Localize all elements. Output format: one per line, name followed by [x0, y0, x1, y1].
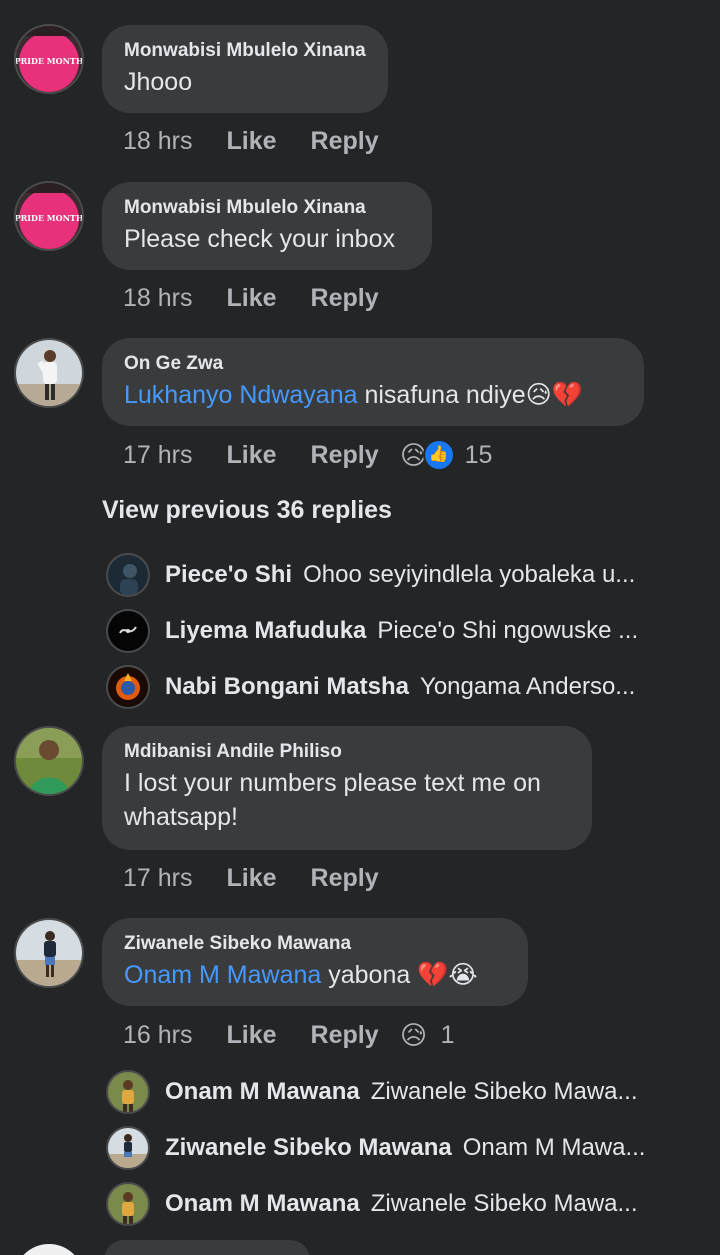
avatar-person-on-road [108, 1128, 148, 1168]
like-button[interactable]: Like [226, 127, 276, 156]
avatar-person-green-sweater[interactable] [16, 728, 82, 794]
reply-preview-row[interactable]: Ziwanele Sibeko Mawana Onam M Mawa... [108, 1127, 645, 1169]
reply-snippet: Piece'o Shi ngowuske ... [377, 617, 639, 644]
like-reaction-icon: 👍 [422, 439, 455, 471]
comment-bubble[interactable]: Monwabisi Mbulelo Xinana Please check yo… [102, 182, 432, 270]
reply-author: Onam M Mawana [165, 1190, 360, 1217]
mention-link[interactable]: Lukhanyo Ndwayana [124, 381, 358, 409]
reply-author: Liyema Mafuduka [165, 617, 367, 644]
view-previous-replies-link[interactable]: View previous 36 replies [102, 496, 392, 525]
comment-timestamp[interactable]: 18 hrs [123, 127, 192, 156]
reply-preview-row[interactable]: Piece'o Shi Ohoo seyiyindlela yobaleka u… [108, 554, 635, 596]
comment-author[interactable]: Ziwanele Sibeko Mawana [124, 932, 506, 956]
comment-timestamp[interactable]: 16 hrs [123, 1021, 192, 1050]
avatar-black-logo [108, 611, 148, 651]
reply-button[interactable]: Reply [311, 127, 379, 156]
comment-text: Please check your inbox [124, 225, 395, 253]
avatar-person-on-road[interactable] [16, 920, 82, 986]
comment-bubble[interactable]: On Ge Zwa Lukhanyo Ndwayana nisafuna ndi… [102, 338, 644, 426]
reaction-count: 15 [464, 440, 493, 469]
reaction-summary[interactable]: 😥 1 [397, 1018, 455, 1052]
comment-bubble-next[interactable] [104, 1240, 310, 1255]
comment-actions: 17 hrs Like Reply 😥 👍 15 [123, 435, 492, 475]
mention-link[interactable]: Onam M Mawana [124, 961, 321, 989]
reaction-count: 1 [440, 1020, 455, 1049]
reply-button[interactable]: Reply [311, 1021, 379, 1050]
comment-bubble[interactable]: Mdibanisi Andile Philiso I lost your num… [102, 726, 592, 850]
comment-actions: 18 hrs Like Reply [123, 121, 379, 161]
comments-page: PRIDE MONTH Monwabisi Mbulelo Xinana Jho… [0, 0, 720, 1255]
comment-timestamp[interactable]: 17 hrs [123, 864, 192, 893]
like-button[interactable]: Like [226, 441, 276, 470]
avatar-pride-month[interactable]: PRIDE MONTH [16, 183, 82, 249]
reply-snippet: Ziwanele Sibeko Mawa... [370, 1190, 638, 1217]
avatar-shirt-text: PRIDE MONTH [16, 56, 82, 66]
like-button[interactable]: Like [226, 1021, 276, 1050]
avatar-dark-photo [108, 555, 148, 595]
comment-timestamp[interactable]: 18 hrs [123, 284, 192, 313]
comment-text: Lukhanyo Ndwayana nisafuna ndiye😥💔 [124, 378, 622, 412]
avatar-person-standing[interactable] [16, 340, 82, 406]
reply-snippet: Ohoo seyiyindlela yobaleka u... [303, 561, 636, 588]
comment-text: Jhooo [124, 68, 193, 96]
comment-author[interactable]: Monwabisi Mbulelo Xinana [124, 39, 366, 63]
like-button[interactable]: Like [226, 864, 276, 893]
reply-preview-row[interactable]: Onam M Mawana Ziwanele Sibeko Mawa... [108, 1183, 638, 1225]
comment-text: Onam M Mawana yabona 💔😭 [124, 958, 506, 992]
reply-preview-row[interactable]: Nabi Bongani Matsha Yongama Anderso... [108, 666, 635, 708]
comment-bubble[interactable]: Ziwanele Sibeko Mawana Onam M Mawana yab… [102, 918, 528, 1006]
reply-author: Piece'o Shi [165, 561, 293, 588]
like-button[interactable]: Like [226, 284, 276, 313]
sad-reaction-icon: 😥 [400, 1020, 428, 1050]
avatar-shirt-text: PRIDE MONTH [16, 213, 82, 223]
comment-actions: 17 hrs Like Reply [123, 858, 379, 898]
reply-author: Nabi Bongani Matsha [165, 673, 410, 700]
avatar-next-comment[interactable] [14, 1244, 84, 1255]
comment-author[interactable]: Monwabisi Mbulelo Xinana [124, 196, 410, 220]
reply-snippet: Ziwanele Sibeko Mawa... [370, 1078, 638, 1105]
reply-author: Ziwanele Sibeko Mawana [165, 1134, 452, 1161]
avatar-person-outdoor [108, 1072, 148, 1112]
reply-button[interactable]: Reply [311, 441, 379, 470]
reply-snippet: Onam M Mawa... [462, 1134, 646, 1161]
avatar-pride-month[interactable]: PRIDE MONTH [16, 26, 82, 92]
comment-timestamp[interactable]: 17 hrs [123, 441, 192, 470]
comment-actions: 16 hrs Like Reply 😥 1 [123, 1015, 455, 1055]
comment-author[interactable]: Mdibanisi Andile Philiso [124, 740, 570, 764]
comment-text-body: nisafuna ndiye😥💔 [364, 381, 583, 409]
avatar-fire-globe [108, 667, 148, 707]
reply-preview-row[interactable]: Onam M Mawana Ziwanele Sibeko Mawa... [108, 1071, 638, 1113]
comment-actions: 18 hrs Like Reply [123, 278, 379, 318]
comment-text: I lost your numbers please text me on wh… [124, 769, 541, 831]
reply-button[interactable]: Reply [311, 864, 379, 893]
reply-button[interactable]: Reply [311, 284, 379, 313]
comment-author[interactable]: On Ge Zwa [124, 352, 622, 376]
reply-preview-row[interactable]: Liyema Mafuduka Piece'o Shi ngowuske ... [108, 610, 638, 652]
reaction-summary[interactable]: 😥 👍 15 [397, 438, 493, 472]
avatar-person-outdoor [108, 1184, 148, 1224]
reply-author: Onam M Mawana [165, 1078, 360, 1105]
comment-text-body: yabona 💔😭 [328, 961, 478, 989]
comment-bubble[interactable]: Monwabisi Mbulelo Xinana Jhooo [102, 25, 388, 113]
reply-snippet: Yongama Anderso... [420, 673, 636, 700]
